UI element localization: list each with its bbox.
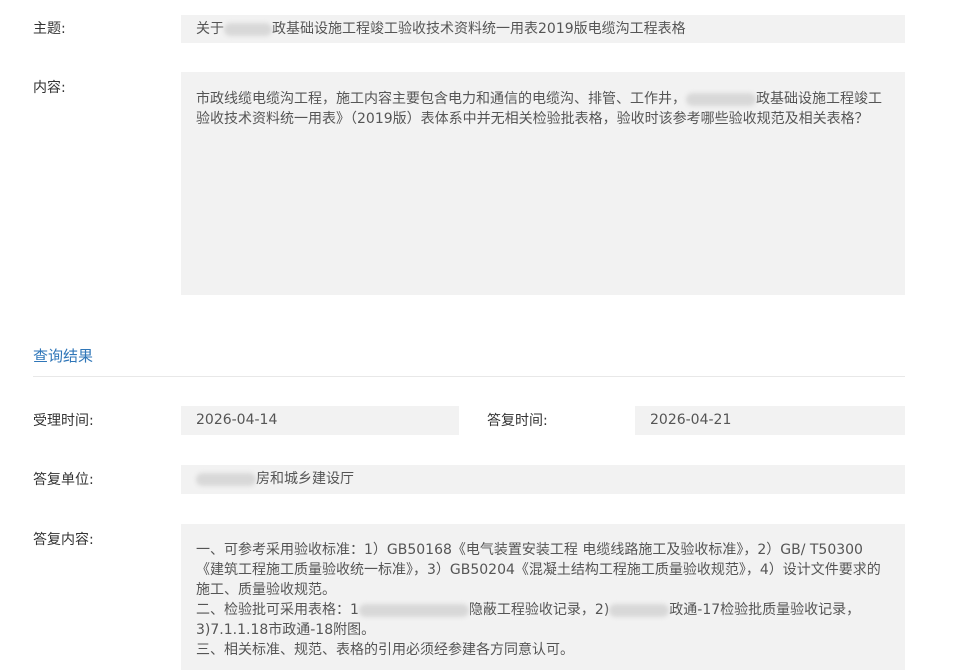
reply-unit-text: 房和城乡建设厅 — [256, 471, 354, 487]
subject-label: 主题: — [33, 21, 66, 37]
reply-time-label: 答复时间: — [487, 413, 548, 429]
section-title-query-result: 查询结果 — [33, 347, 94, 365]
content-text-1: 市政线缆电缆沟工程，施工内容主要包含电力和通信的电缆沟、排管、工作井， — [196, 91, 686, 107]
content-field: 市政线缆电缆沟工程，施工内容主要包含电力和通信的电缆沟、排管、工作井， 政基础设施… — [181, 72, 905, 295]
reply-content-field: 一、可参考采用验收标准：1）GB50168《电气装置安装工程 电缆线路施工及验收… — [181, 524, 905, 670]
content-label: 内容: — [33, 80, 66, 96]
reply-content-line-1: 一、可参考采用验收标准：1）GB50168《电气装置安装工程 电缆线路施工及验收… — [196, 542, 881, 598]
redacted-text — [358, 603, 469, 617]
reply-content-label: 答复内容: — [33, 532, 94, 548]
subject-prefix: 关于 — [196, 21, 224, 37]
section-divider — [33, 376, 905, 377]
reply-content-line-2b: 隐蔽工程验收记录，2) — [468, 602, 610, 618]
redacted-text — [196, 472, 256, 486]
reply-content-line-3: 三、相关标准、规范、表格的引用必须经参建各方同意认可。 — [196, 642, 574, 658]
redacted-text — [609, 603, 670, 617]
reply-time-field: 2026-04-21 — [635, 406, 905, 435]
subject-field: 关于 政基础设施工程竣工验收技术资料统一用表2019版电缆沟工程表格 — [181, 15, 905, 43]
redacted-text — [686, 92, 756, 106]
redacted-text — [224, 22, 272, 36]
reply-unit-field: 房和城乡建设厅 — [181, 465, 905, 494]
reply-unit-label: 答复单位: — [33, 472, 94, 488]
reply-content-line-2a: 二、检验批可采用表格：1 — [196, 602, 359, 618]
accept-time-field: 2026-04-14 — [181, 406, 459, 435]
subject-suffix: 政基础设施工程竣工验收技术资料统一用表2019版电缆沟工程表格 — [272, 21, 686, 37]
reply-content-line-2: 二、检验批可采用表格：1 隐蔽工程验收记录，2) 政通-17检验批质量验收记录，3)… — [196, 600, 890, 640]
accept-time-label: 受理时间: — [33, 413, 94, 429]
